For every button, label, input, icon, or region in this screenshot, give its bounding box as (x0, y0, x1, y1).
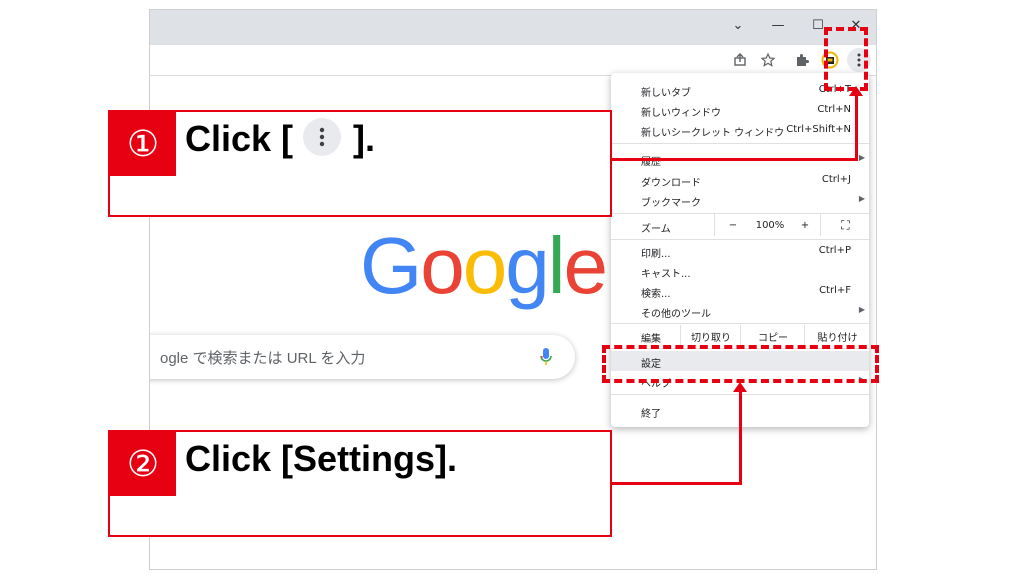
share-icon[interactable] (728, 49, 752, 71)
annotation-line-1-horizontal (608, 158, 858, 161)
search-box[interactable]: ogle で検索または URL を入力 (150, 335, 575, 379)
fullscreen-icon[interactable]: ⛶ (820, 214, 870, 236)
annotation-line-2-vertical (739, 390, 742, 485)
highlight-settings-item (602, 345, 879, 383)
edit-label: 編集 (641, 334, 661, 345)
logo-letter: l (547, 221, 566, 310)
menu-item-find[interactable]: 検索... Ctrl+F (611, 281, 869, 301)
menu-item-label: その他のツール (641, 309, 711, 320)
submenu-arrow-icon: ▶ (858, 194, 865, 203)
menu-item-bookmarks[interactable]: ブックマーク ▶ (611, 190, 869, 210)
logo-letter: G (360, 221, 422, 310)
menu-item-label: ダウンロード (641, 178, 701, 189)
callout-text: Click [Settings]. (185, 438, 458, 479)
submenu-arrow-icon: ▶ (858, 305, 865, 314)
callout-text: Click []. (185, 118, 375, 160)
menu-item-label: 新しいウィンドウ (641, 108, 721, 119)
menu-item-shortcut: Ctrl+Shift+N (786, 124, 851, 135)
menu-item-more-tools[interactable]: その他のツール ▶ (611, 301, 869, 321)
menu-item-label: 新しいシークレット ウィンドウ (641, 128, 785, 139)
menu-item-incognito[interactable]: 新しいシークレット ウィンドウ Ctrl+Shift+N (611, 120, 869, 140)
zoom-level: 100% (755, 219, 785, 231)
menu-item-shortcut: Ctrl+P (818, 245, 851, 256)
logo-letter: o (420, 221, 464, 310)
callout-text-suffix: ]. (353, 118, 376, 159)
extensions-icon[interactable] (790, 49, 814, 71)
callout-step-2: ② Click [Settings]. (108, 430, 612, 537)
title-bar: ⌄ — ☐ ✕ (150, 10, 876, 45)
search-placeholder: ogle で検索または URL を入力 (160, 350, 366, 367)
bookmark-star-icon[interactable] (756, 49, 780, 71)
zoom-in-button[interactable]: + (790, 214, 820, 236)
zoom-out-button[interactable]: − (714, 214, 751, 236)
menu-item-label: キャスト... (641, 269, 691, 280)
highlight-menu-button (824, 27, 868, 91)
browser-toolbar (150, 45, 876, 76)
menu-item-label: 検索... (641, 289, 671, 300)
cut-button[interactable]: 切り取り (680, 325, 741, 347)
menu-divider (611, 239, 869, 240)
tab-search-chevron-icon[interactable]: ⌄ (718, 10, 758, 40)
logo-letter: e (563, 221, 608, 310)
step-number: ② (110, 432, 176, 496)
menu-item-print[interactable]: 印刷... Ctrl+P (611, 241, 869, 261)
copy-button[interactable]: コピー (740, 325, 805, 347)
menu-divider (611, 323, 869, 324)
google-logo: Google (360, 226, 608, 306)
step-number: ① (110, 112, 176, 176)
menu-edit-row: 編集 切り取り コピー 貼り付け (611, 325, 869, 347)
annotation-line-1-vertical (855, 92, 858, 161)
more-menu-icon (303, 118, 342, 157)
menu-item-cast[interactable]: キャスト... (611, 261, 869, 281)
annotation-line-2-horizontal (608, 482, 742, 485)
menu-item-downloads[interactable]: ダウンロード Ctrl+J (611, 170, 869, 190)
menu-item-shortcut: Ctrl+J (821, 174, 851, 185)
menu-divider (611, 143, 869, 144)
microphone-icon[interactable] (540, 347, 552, 371)
logo-letter: o (462, 221, 507, 310)
menu-item-label: 新しいタブ (641, 88, 691, 99)
menu-item-shortcut: Ctrl+F (819, 285, 851, 296)
submenu-arrow-icon: ▶ (858, 153, 865, 162)
menu-item-label: 終了 (641, 409, 661, 420)
callout-text-prefix: Click [ (185, 118, 294, 159)
menu-item-shortcut: Ctrl+N (817, 104, 851, 115)
menu-item-label: ブックマーク (641, 198, 701, 209)
callout-step-1: ① Click []. (108, 110, 612, 217)
minimize-button[interactable]: — (758, 10, 798, 40)
logo-letter: g (505, 221, 549, 310)
menu-item-label: 印刷... (641, 249, 671, 260)
annotation-arrow-2-icon (733, 382, 747, 392)
menu-item-new-window[interactable]: 新しいウィンドウ Ctrl+N (611, 100, 869, 120)
zoom-label: ズーム (641, 224, 671, 235)
menu-zoom-row: ズーム − 100% + ⛶ (611, 214, 869, 238)
paste-button[interactable]: 貼り付け (804, 325, 870, 347)
